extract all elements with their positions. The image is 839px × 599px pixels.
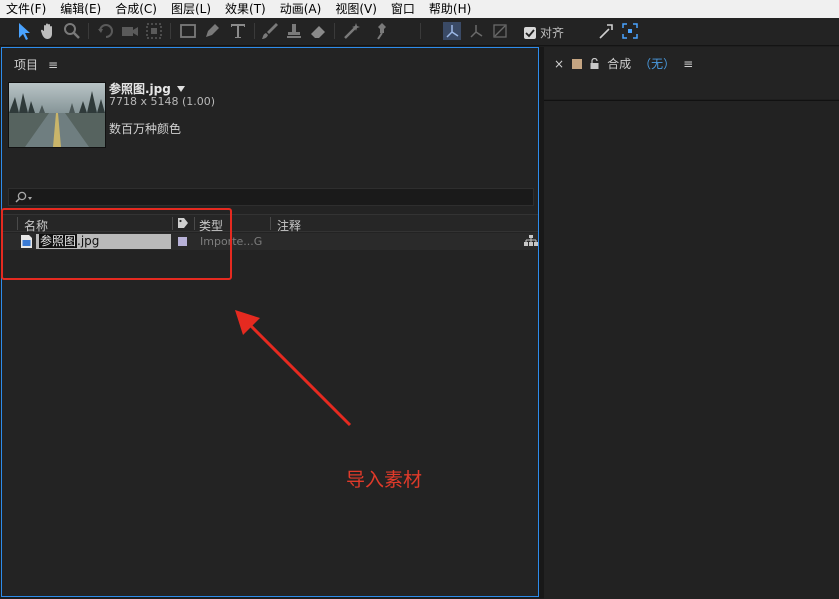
menu-effect[interactable]: 效果(T)	[218, 0, 273, 18]
asset-color-depth: 数百万种颜色	[109, 122, 182, 136]
menu-edit[interactable]: 编辑(E)	[53, 0, 108, 18]
composition-viewer[interactable]	[544, 100, 839, 599]
snap-checkbox[interactable]	[524, 26, 536, 39]
asset-thumbnail	[8, 82, 106, 148]
asset-dimensions: 7718 x 5148 (1.00)	[109, 95, 216, 108]
rotate-tool-icon[interactable]	[96, 21, 116, 41]
rectangle-tool-icon[interactable]	[178, 21, 198, 41]
roto-brush-tool-icon[interactable]	[342, 21, 362, 41]
composition-value[interactable]: （无）	[639, 55, 675, 72]
annotation-arrow	[235, 310, 352, 427]
flowchart-icon[interactable]	[524, 235, 538, 247]
zoom-tool-icon[interactable]	[62, 21, 82, 41]
menu-composition[interactable]: 合成(C)	[108, 0, 164, 18]
hamburger-icon[interactable]: ≡	[48, 58, 58, 72]
snap-label: 对齐	[540, 26, 565, 40]
column-divider[interactable]	[270, 217, 271, 230]
world-axis-icon[interactable]	[466, 21, 486, 41]
puppet-pin-tool-icon[interactable]	[372, 21, 392, 41]
search-icon[interactable]	[14, 191, 36, 204]
text-tool-icon[interactable]	[228, 21, 248, 41]
composition-label: 合成	[607, 57, 632, 71]
menu-window[interactable]: 窗口	[384, 0, 422, 18]
composition-color-icon	[572, 58, 583, 69]
menu-file[interactable]: 文件(F)	[0, 0, 53, 18]
view-axis-icon[interactable]	[490, 21, 510, 41]
hand-tool-icon[interactable]	[38, 21, 58, 41]
selection-tool-icon[interactable]	[14, 21, 34, 41]
project-tab-label: 项目	[14, 58, 39, 72]
local-axis-icon[interactable]	[442, 21, 462, 41]
snap-toggle[interactable]: 对齐	[524, 24, 564, 41]
toolbar-separator	[254, 23, 255, 39]
project-search-input[interactable]	[8, 188, 534, 206]
project-tab[interactable]: 项目 ≡	[14, 56, 58, 73]
pan-behind-tool-icon[interactable]	[144, 21, 164, 41]
lock-icon[interactable]	[590, 58, 599, 69]
menu-animation[interactable]: 动画(A)	[273, 0, 329, 18]
column-comment[interactable]: 注释	[277, 217, 301, 234]
highlight-box	[1, 208, 232, 280]
camera-tool-icon[interactable]	[120, 21, 140, 41]
menu-bar: 文件(F) 编辑(E) 合成(C) 图层(L) 效果(T) 动画(A) 视图(V…	[0, 0, 839, 18]
composition-tab[interactable]: × 合成 （无） ≡	[554, 55, 693, 72]
toolbar-separator	[420, 23, 421, 39]
toolbar-separator	[170, 23, 171, 39]
menu-help[interactable]: 帮助(H)	[422, 0, 478, 18]
hamburger-icon[interactable]: ≡	[683, 57, 693, 71]
snap-option-icon[interactable]	[596, 21, 616, 41]
eraser-tool-icon[interactable]	[308, 21, 328, 41]
toolbar-separator	[88, 23, 89, 39]
dropdown-arrow-icon[interactable]	[176, 85, 185, 92]
pen-tool-icon[interactable]	[202, 21, 222, 41]
toolbar-separator	[334, 23, 335, 39]
close-icon[interactable]: ×	[554, 57, 564, 71]
toolbar: 对齐	[0, 18, 839, 46]
snap-target-icon[interactable]	[620, 21, 640, 41]
menu-layer[interactable]: 图层(L)	[164, 0, 218, 18]
clone-stamp-tool-icon[interactable]	[284, 21, 304, 41]
composition-panel-header: × 合成 （无） ≡	[544, 47, 839, 99]
annotation-text: 导入素材	[346, 469, 423, 491]
menu-view[interactable]: 视图(V)	[328, 0, 384, 18]
brush-tool-icon[interactable]	[260, 21, 280, 41]
